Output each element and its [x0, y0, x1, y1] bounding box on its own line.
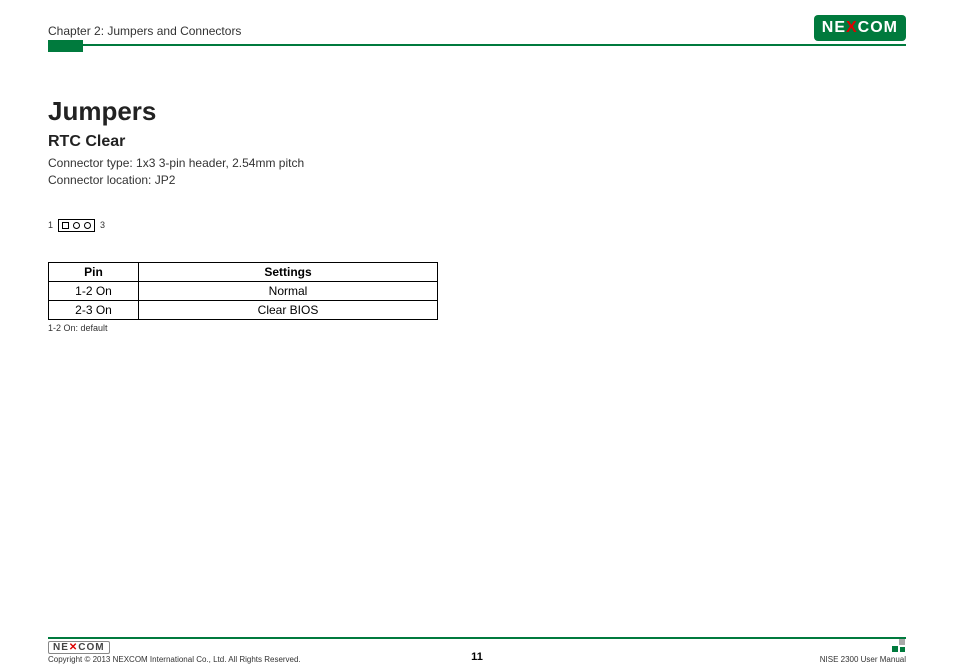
- connector-location: Connector location: JP2: [48, 172, 906, 189]
- table-footnote: 1-2 On: default: [48, 323, 906, 333]
- page-number: 11: [471, 651, 483, 663]
- copyright-text: Copyright © 2013 NEXCOM International Co…: [48, 655, 301, 664]
- header-pin: Pin: [49, 262, 139, 281]
- pin-3-label: 3: [100, 220, 105, 230]
- table-row: 2-3 On Clear BIOS: [49, 300, 438, 319]
- page-header: Chapter 2: Jumpers and Connectors NEXCOM: [0, 0, 954, 41]
- page-title: Jumpers: [48, 96, 906, 127]
- pin-1-icon: [62, 222, 69, 229]
- pin-3-icon: [84, 222, 91, 229]
- cell-setting: Normal: [139, 281, 438, 300]
- green-tab-marker: [48, 40, 83, 52]
- cell-setting: Clear BIOS: [139, 300, 438, 319]
- pin-2-icon: [73, 222, 80, 229]
- page-footer: NE✕COM Copyright © 2013 NEXCOM Internati…: [0, 637, 954, 654]
- footer-divider: [48, 637, 906, 639]
- logo-com: COM: [858, 19, 898, 36]
- jumper-diagram: 1 3: [48, 219, 906, 232]
- footer-squares-icon: [892, 639, 906, 653]
- connector-type: Connector type: 1x3 3-pin header, 2.54mm…: [48, 155, 906, 172]
- jumper-header-box: [58, 219, 95, 232]
- main-content: Jumpers RTC Clear Connector type: 1x3 3-…: [0, 46, 954, 333]
- pin-1-label: 1: [48, 220, 53, 230]
- cell-pin: 1-2 On: [49, 281, 139, 300]
- chapter-title: Chapter 2: Jumpers and Connectors: [48, 24, 241, 41]
- settings-table: Pin Settings 1-2 On Normal 2-3 On Clear …: [48, 262, 438, 320]
- logo-x: X: [846, 19, 858, 36]
- table-header-row: Pin Settings: [49, 262, 438, 281]
- nexcom-logo: NEXCOM: [814, 15, 906, 41]
- table-row: 1-2 On Normal: [49, 281, 438, 300]
- footer-logo: NE✕COM: [48, 641, 110, 654]
- header-settings: Settings: [139, 262, 438, 281]
- cell-pin: 2-3 On: [49, 300, 139, 319]
- section-heading: RTC Clear: [48, 133, 906, 151]
- manual-name: NISE 2300 User Manual: [820, 655, 906, 664]
- logo-ne: NE: [822, 19, 846, 36]
